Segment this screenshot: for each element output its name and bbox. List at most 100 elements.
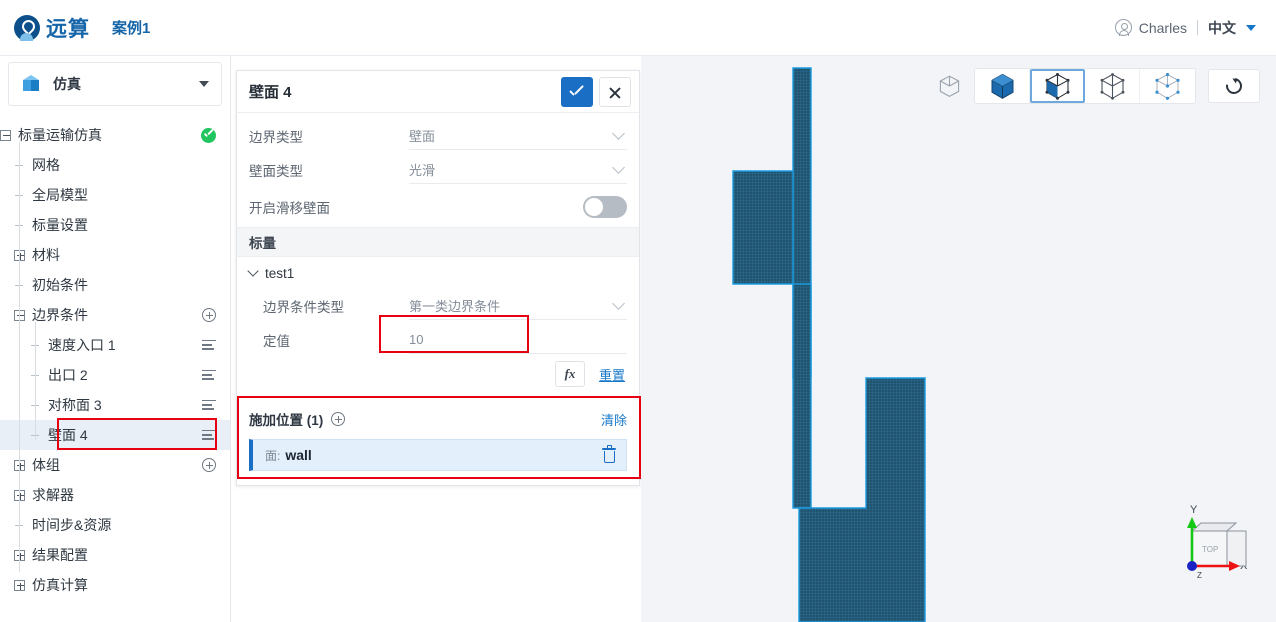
chevron-down-icon: [612, 161, 625, 174]
confirm-button[interactable]: [561, 76, 593, 107]
apply-location-section: 施加位置 (1) 清除 面: wall: [237, 396, 641, 485]
tree-item-label: 边界条件: [32, 307, 88, 323]
user-name: Charles: [1138, 19, 1187, 36]
tree-item-label: 仿真计算: [32, 577, 88, 593]
chevron-down-icon: [612, 127, 625, 140]
gizmo-z-label: Z: [1197, 571, 1202, 580]
gizmo-face-label: TOP: [1202, 545, 1218, 554]
plus-circle-icon[interactable]: [331, 412, 346, 426]
tree-item-label: 体组: [32, 457, 60, 473]
3d-viewport[interactable]: Y X TOP Z: [641, 56, 1276, 622]
user-circle-icon: [1114, 19, 1132, 36]
tree-item-label: 全局模型: [32, 187, 88, 203]
field-value: 10: [409, 332, 424, 347]
tree-guide-line: [19, 142, 20, 572]
formula-button[interactable]: fx: [554, 361, 585, 387]
location-prefix: 面:: [265, 448, 281, 463]
tree-item-label: 结果配置: [32, 547, 88, 563]
status-ok-badge: [201, 127, 216, 143]
panel-title: 壁面 4: [249, 84, 292, 101]
axis-gizmo[interactable]: Y X TOP Z: [1164, 499, 1254, 594]
tree-item-label: 时间步&资源: [32, 517, 112, 533]
sidebar: 仿真 标量运输仿真 网格 全局模型 标量设置 材料 初始条件 边界条件 速度入口 1 出口 2 对…: [0, 56, 231, 622]
chevron-down-icon: [247, 265, 259, 277]
reset-rotate-icon: [1222, 74, 1246, 98]
tree-item[interactable]: 初始条件: [0, 270, 230, 300]
reset-view-button[interactable]: [1208, 69, 1260, 103]
location-name: wall: [285, 447, 312, 463]
list-item[interactable]: 面: wall: [249, 439, 627, 471]
tree-item[interactable]: 标量设置: [0, 210, 230, 240]
header-divider: [1197, 20, 1198, 35]
wireframe-cube-standalone-icon[interactable]: [936, 73, 962, 99]
render-mode-solid-button[interactable]: [975, 69, 1030, 103]
tree-item[interactable]: 体组: [0, 450, 230, 480]
toggle-row: 开启滑移壁面: [237, 187, 639, 227]
chevron-down-icon[interactable]: [1246, 24, 1256, 31]
viewport-toolbar: [936, 68, 1260, 104]
tree-item-label: 标量运输仿真: [18, 127, 102, 143]
reset-link[interactable]: 重置: [599, 365, 625, 384]
field-value: 壁面: [409, 129, 436, 144]
tree-item-label: 求解器: [32, 487, 74, 503]
item-menu-icon[interactable]: [202, 339, 216, 351]
user-menu[interactable]: Charles: [1114, 19, 1187, 36]
trash-icon[interactable]: [602, 445, 616, 463]
scalar-group-header[interactable]: test1: [237, 257, 639, 289]
expand-toggle-icon[interactable]: [14, 579, 25, 591]
tree-item[interactable]: 网格: [0, 150, 230, 180]
tree-item[interactable]: 仿真计算: [0, 570, 230, 600]
tree-item[interactable]: 结果配置: [0, 540, 230, 570]
field-row: 边界条件类型 第一类边界条件: [237, 289, 639, 323]
chevron-down-icon[interactable]: [199, 81, 209, 87]
field-row: 定值 10: [237, 315, 639, 357]
wall-type-select[interactable]: 光滑: [409, 156, 627, 184]
tree-item[interactable]: 时间步&资源: [0, 510, 230, 540]
clear-link[interactable]: 清除: [601, 410, 627, 429]
render-mode-wireframe-button[interactable]: [1085, 69, 1140, 103]
item-menu-icon[interactable]: [202, 429, 216, 441]
item-menu-icon[interactable]: [202, 369, 216, 381]
tree-item-label: 标量设置: [32, 217, 88, 233]
sidebar-module-label: 仿真: [53, 76, 81, 92]
bc-type-select[interactable]: 第一类边界条件: [409, 292, 627, 320]
fixed-value-input[interactable]: 10: [409, 326, 627, 354]
add-item-icon[interactable]: [202, 458, 216, 472]
render-mode-group: [974, 68, 1196, 104]
item-menu-icon[interactable]: [202, 399, 216, 411]
simulation-tree: 标量运输仿真 网格 全局模型 标量设置 材料 初始条件 边界条件 速度入口 1 出口 2 对称面 …: [0, 120, 230, 600]
brand-name: 远算: [46, 17, 90, 41]
boundary-type-select[interactable]: 壁面: [409, 122, 627, 150]
cube-icon: [21, 74, 41, 94]
brand-logo[interactable]: 远算: [14, 13, 90, 43]
formula-row: fx 重置: [237, 357, 639, 397]
field-label: 壁面类型: [249, 164, 303, 179]
case-title: 案例1: [112, 20, 151, 37]
tree-item[interactable]: 材料: [0, 240, 230, 270]
chevron-down-icon: [612, 297, 625, 310]
tree-item-label: 材料: [32, 247, 60, 263]
render-mode-points-button[interactable]: [1140, 69, 1195, 103]
render-mode-shaded-edges-button[interactable]: [1030, 69, 1085, 103]
sidebar-module-selector[interactable]: 仿真: [8, 62, 222, 106]
add-item-icon[interactable]: [202, 308, 216, 322]
field-label: 定值: [263, 334, 290, 349]
field-row: 壁面类型 光滑: [237, 153, 639, 187]
tree-item[interactable]: 求解器: [0, 480, 230, 510]
language-label[interactable]: 中文: [1208, 18, 1236, 38]
tree-item-label: 初始条件: [32, 277, 88, 293]
field-label: 边界类型: [249, 130, 303, 145]
tree-item[interactable]: 标量运输仿真: [0, 120, 230, 150]
slip-wall-toggle[interactable]: [583, 196, 627, 218]
gizmo-y-label: Y: [1190, 504, 1198, 516]
collapse-toggle-icon[interactable]: [0, 129, 11, 141]
property-panel: 壁面 4 边界类型 壁面 壁面类型 光滑 开启滑移壁面 标量 test1 边界条…: [236, 70, 641, 486]
app-header: 远算 案例1 Charles 中文: [0, 0, 1276, 56]
application-window: 远算 案例1 Charles 中文 仿真 标量运输仿真网格全局模型标量设置材料初…: [0, 0, 1276, 622]
toggle-label: 开启滑移壁面: [249, 201, 330, 216]
close-button[interactable]: [599, 76, 631, 107]
tree-item[interactable]: 全局模型: [0, 180, 230, 210]
tree-item-label: 速度入口 1: [48, 337, 116, 353]
tree-item-label: 网格: [32, 157, 60, 173]
section-band: 标量: [237, 227, 639, 257]
